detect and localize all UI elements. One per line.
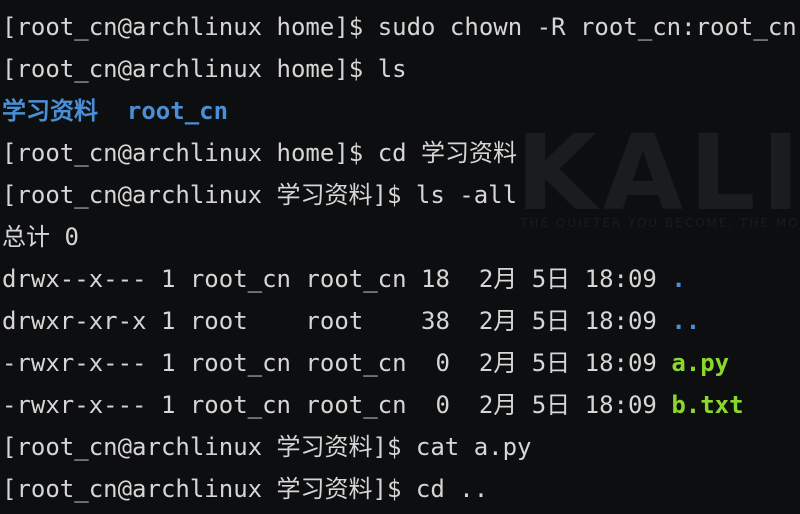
listing-columns: -rwxr-x--- 1 root_cn root_cn 0 2月 5日 18:… xyxy=(2,391,672,419)
directory-entry: root_cn xyxy=(126,97,229,125)
terminal-line: [root_cn@archlinux home]$ cd 学习资料 xyxy=(2,132,517,174)
listing-row: drwx--x--- 1 root_cn root_cn 18 2月 5日 18… xyxy=(2,258,686,300)
terminal-line: [root_cn@archlinux home]$ ls xyxy=(2,48,407,90)
command-text: cat a.py xyxy=(415,433,532,461)
command-text: ls xyxy=(377,55,407,83)
terminal-window[interactable]: KALI L THE QUIETER YOU BECOME, THE MO [r… xyxy=(0,0,800,514)
shell-prompt: [root_cn@archlinux 学习资料]$ xyxy=(2,433,416,461)
terminal-line: [root_cn@archlinux 学习资料]$ ls -all xyxy=(2,174,517,216)
listing-columns: drwxr-xr-x 1 root root 38 2月 5日 18:09 xyxy=(2,307,672,335)
listing-columns: drwx--x--- 1 root_cn root_cn 18 2月 5日 18… xyxy=(2,265,672,293)
listing-row: drwxr-xr-x 1 root root 38 2月 5日 18:09 .. xyxy=(2,300,700,342)
directory-entry: . xyxy=(671,265,686,293)
listing-row: -rwxr-x--- 1 root_cn root_cn 0 2月 5日 18:… xyxy=(2,342,729,384)
listing-columns: -rwxr-x--- 1 root_cn root_cn 0 2月 5日 18:… xyxy=(2,349,672,377)
command-text: cd .. xyxy=(415,475,489,503)
watermark-text: KALI L xyxy=(516,112,800,234)
command-text: sudo chown -R root_cn:root_cn 学习资料 xyxy=(377,13,797,41)
terminal-line: [root_cn@archlinux 学习资料]$ cd .. xyxy=(2,468,488,510)
shell-prompt: [root_cn@archlinux 学习资料]$ xyxy=(2,181,416,209)
shell-prompt: [root_cn@archlinux home]$ xyxy=(2,139,378,167)
command-text: cd 学习资料 xyxy=(377,139,518,167)
command-text: ls -all xyxy=(415,181,518,209)
executable-file-entry: b.txt xyxy=(671,391,744,419)
directory-entry: 学习资料 xyxy=(2,97,98,125)
listing-total: 总计 0 xyxy=(2,223,79,251)
shell-prompt: [root_cn@archlinux 学习资料]$ xyxy=(2,475,416,503)
watermark-tagline: THE QUIETER YOU BECOME, THE MO xyxy=(520,216,800,230)
executable-file-entry: a.py xyxy=(671,349,730,377)
terminal-line: 总计 0 xyxy=(2,216,79,258)
directory-entry: .. xyxy=(671,307,701,335)
terminal-line: 学习资料 root_cn xyxy=(2,90,228,132)
terminal-line: [root_cn@archlinux home]$ sudo chown -R … xyxy=(2,6,800,48)
shell-prompt: [root_cn@archlinux home]$ xyxy=(2,55,378,83)
listing-row: -rwxr-x--- 1 root_cn root_cn 0 2月 5日 18:… xyxy=(2,384,744,426)
terminal-line: [root_cn@archlinux 学习资料]$ cat a.py xyxy=(2,426,531,468)
shell-prompt: [root_cn@archlinux home]$ xyxy=(2,13,378,41)
kali-logo-watermark: KALI L THE QUIETER YOU BECOME, THE MO xyxy=(512,112,800,252)
